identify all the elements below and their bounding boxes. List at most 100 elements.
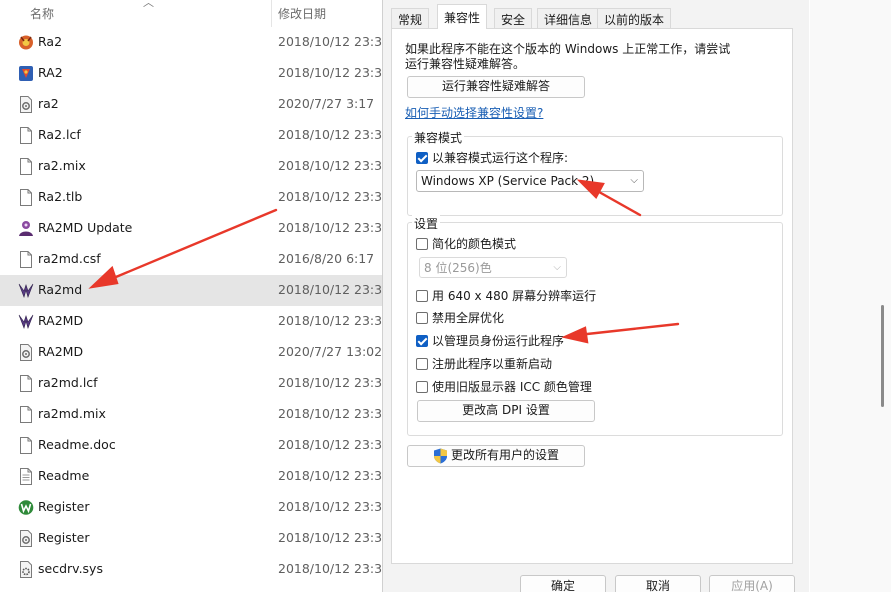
file-date: 2020/7/27 3:17 bbox=[278, 96, 375, 111]
file-date: 2018/10/12 23:38 bbox=[278, 468, 382, 483]
res-640-checkbox[interactable] bbox=[416, 290, 428, 302]
settings-file-icon bbox=[18, 96, 34, 113]
compat-mode-title: 兼容模式 bbox=[412, 129, 465, 146]
scrollbar-thumb[interactable] bbox=[881, 305, 884, 407]
file-row[interactable]: ra2 2020/7/27 3:17 bbox=[0, 89, 382, 120]
document-icon bbox=[18, 437, 34, 454]
register-restart-checkbox[interactable] bbox=[416, 358, 428, 370]
run-as-admin-row[interactable]: 以管理员身份运行此程序 bbox=[416, 332, 564, 349]
file-name: Register bbox=[38, 530, 90, 545]
file-name: Ra2md bbox=[38, 282, 83, 297]
chevron-down-icon: ⌵ bbox=[553, 262, 561, 273]
file-date: 2018/10/12 23:38 bbox=[278, 282, 382, 297]
file-name: Ra2.lcf bbox=[38, 127, 81, 142]
file-row[interactable]: Register 2018/10/12 23:38 bbox=[0, 492, 382, 523]
file-row[interactable]: ra2.mix 2018/10/12 23:38 bbox=[0, 151, 382, 182]
change-dpi-button[interactable]: 更改高 DPI 设置 bbox=[417, 400, 595, 422]
settings-title: 设置 bbox=[412, 215, 441, 232]
file-name: Readme.doc bbox=[38, 437, 116, 452]
compat-mode-checkbox-row[interactable]: 以兼容模式运行这个程序: bbox=[416, 149, 568, 166]
file-row[interactable]: Ra2md 2018/10/12 23:38 bbox=[0, 275, 382, 306]
file-row[interactable]: ra2md.lcf 2018/10/12 23:38 bbox=[0, 368, 382, 399]
register-restart-row[interactable]: 注册此程序以重新启动 bbox=[416, 355, 552, 372]
tab-general[interactable]: 常规 bbox=[391, 8, 430, 28]
tab-details[interactable]: 详细信息 bbox=[537, 8, 600, 28]
file-date: 2018/10/12 23:38 bbox=[278, 34, 382, 49]
file-row[interactable]: RA2 2018/10/12 23:38 bbox=[0, 58, 382, 89]
tab-previous-versions[interactable]: 以前的版本 bbox=[597, 8, 672, 28]
update-app-icon bbox=[18, 220, 34, 237]
file-name: ra2.mix bbox=[38, 158, 86, 173]
file-name: RA2MD bbox=[38, 344, 84, 359]
reduced-color-label: 简化的颜色模式 bbox=[432, 237, 517, 251]
file-row[interactable]: Register 2018/10/12 23:38 bbox=[0, 523, 382, 554]
file-name: ra2 bbox=[38, 96, 59, 111]
column-date-header[interactable]: 修改日期 bbox=[278, 5, 326, 22]
file-row[interactable]: ra2md.mix 2018/10/12 23:38 bbox=[0, 399, 382, 430]
file-row[interactable]: Ra2 2018/10/12 23:38 bbox=[0, 27, 382, 58]
reduced-color-row[interactable]: 简化的颜色模式 bbox=[416, 235, 516, 252]
all-users-button[interactable]: 更改所有用户的设置 bbox=[407, 445, 585, 467]
file-date: 2018/10/12 23:38 bbox=[278, 158, 382, 173]
os-select[interactable]: Windows XP (Service Pack 2) ⌵ bbox=[416, 170, 644, 192]
file-date: 2018/10/12 23:38 bbox=[278, 313, 382, 328]
settings-group: 设置 简化的颜色模式 8 位(256)色 ⌵ 用 640 x 480 屏幕分辨率… bbox=[407, 215, 783, 436]
tab-compatibility[interactable]: 兼容性 bbox=[437, 4, 488, 29]
file-date: 2020/7/27 13:02 bbox=[278, 344, 382, 359]
intro-line-2: 运行兼容性疑难解答。 bbox=[405, 57, 526, 71]
legacy-icc-checkbox[interactable] bbox=[416, 381, 428, 393]
file-row[interactable]: secdrv.sys 2018/10/12 23:38 bbox=[0, 554, 382, 585]
system-file-icon bbox=[18, 561, 34, 578]
cancel-button[interactable]: 取消 bbox=[615, 575, 701, 592]
file-name: ra2md.mix bbox=[38, 406, 106, 421]
text-file-icon bbox=[18, 468, 34, 485]
run-as-admin-checkbox[interactable] bbox=[416, 335, 428, 347]
column-header: ︿ 名称 修改日期 bbox=[0, 0, 382, 27]
file-name: Readme bbox=[38, 468, 90, 483]
file-row[interactable]: RA2MD Update 2018/10/12 23:38 bbox=[0, 213, 382, 244]
document-icon bbox=[18, 251, 34, 268]
file-row[interactable]: Ra2.tlb 2018/10/12 23:38 bbox=[0, 182, 382, 213]
file-name: RA2MD Update bbox=[38, 220, 133, 235]
compat-mode-checkbox[interactable] bbox=[416, 152, 428, 164]
compatibility-panel: 如果此程序不能在这个版本的 Windows 上正常工作，请尝试 运行兼容性疑难解… bbox=[391, 28, 793, 564]
compat-mode-checkbox-label: 以兼容模式运行这个程序: bbox=[432, 151, 569, 165]
file-row[interactable]: RA2MD 2018/10/12 23:38 bbox=[0, 306, 382, 337]
settings-file-icon bbox=[18, 344, 34, 361]
intro-line-1: 如果此程序不能在这个版本的 Windows 上正常工作，请尝试 bbox=[405, 42, 731, 56]
file-name: ra2md.csf bbox=[38, 251, 101, 266]
file-date: 2018/10/12 23:38 bbox=[278, 65, 382, 80]
legacy-icc-row[interactable]: 使用旧版显示器 ICC 颜色管理 bbox=[416, 378, 592, 395]
file-name: Register bbox=[38, 499, 90, 514]
legacy-icc-label: 使用旧版显示器 ICC 颜色管理 bbox=[432, 380, 592, 394]
file-date: 2018/10/12 23:38 bbox=[278, 406, 382, 421]
file-name: secdrv.sys bbox=[38, 561, 103, 576]
disable-fullscreen-row[interactable]: 禁用全屏优化 bbox=[416, 309, 504, 326]
file-explorer-list: ︿ 名称 修改日期 Ra2 2018/10/12 23:38 RA2 2018/10/… bbox=[0, 0, 382, 592]
ra2-app-icon bbox=[18, 65, 34, 82]
troubleshoot-button[interactable]: 运行兼容性疑难解答 bbox=[407, 76, 585, 98]
register-restart-label: 注册此程序以重新启动 bbox=[432, 357, 553, 371]
color-depth-select: 8 位(256)色 ⌵ bbox=[419, 257, 567, 278]
yuri-app-icon bbox=[18, 313, 34, 330]
file-name: ra2md.lcf bbox=[38, 375, 98, 390]
file-row[interactable]: ra2md.csf 2016/8/20 6:17 bbox=[0, 244, 382, 275]
res-640-row[interactable]: 用 640 x 480 屏幕分辨率运行 bbox=[416, 287, 596, 304]
reduced-color-checkbox[interactable] bbox=[416, 238, 428, 250]
disable-fullscreen-checkbox[interactable] bbox=[416, 312, 428, 324]
file-row[interactable]: Readme 2018/10/12 23:38 bbox=[0, 461, 382, 492]
uac-shield-icon bbox=[434, 448, 447, 464]
ok-button[interactable]: 确定 bbox=[520, 575, 606, 592]
tab-security[interactable]: 安全 bbox=[494, 8, 533, 28]
column-separator[interactable] bbox=[271, 0, 272, 27]
column-name-header[interactable]: 名称 bbox=[30, 5, 54, 22]
file-row[interactable]: RA2MD 2020/7/27 13:02 bbox=[0, 337, 382, 368]
properties-dialog: 常规 兼容性 安全 详细信息 以前的版本 如果此程序不能在这个版本的 Windo… bbox=[382, 0, 809, 592]
manual-settings-link[interactable]: 如何手动选择兼容性设置? bbox=[405, 104, 543, 121]
document-icon bbox=[18, 375, 34, 392]
file-date: 2018/10/12 23:38 bbox=[278, 561, 382, 576]
file-row[interactable]: Readme.doc 2018/10/12 23:38 bbox=[0, 430, 382, 461]
file-date: 2018/10/12 23:38 bbox=[278, 127, 382, 142]
apply-button[interactable]: 应用(A) bbox=[709, 575, 795, 592]
file-row[interactable]: Ra2.lcf 2018/10/12 23:38 bbox=[0, 120, 382, 151]
